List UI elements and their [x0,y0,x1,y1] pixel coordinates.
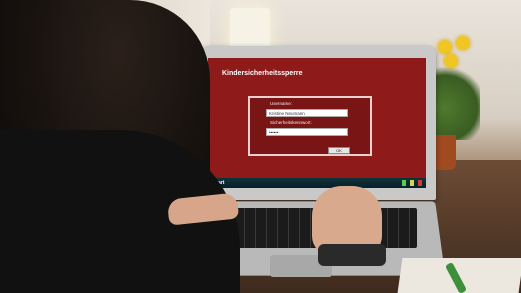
ok-button[interactable]: OK [328,147,350,154]
tray-status-icon[interactable] [418,180,422,186]
yellow-flower [438,40,452,54]
password-field[interactable]: •••••• [266,128,348,136]
tray-status-icon[interactable] [402,180,406,186]
app-title: Kindersicherheitssperre [222,70,303,77]
username-label: Username: [270,101,293,106]
username-field[interactable]: Kristine Neumann [266,109,348,117]
password-label: Sicherheitskennwort: [270,120,312,125]
yellow-flower [444,54,458,68]
system-tray [402,180,422,186]
taskbar: Start [208,178,426,188]
tray-status-icon[interactable] [410,180,414,186]
photo-scene: Kindersicherheitssperre Username: Kristi… [0,0,521,293]
wristwatch [318,244,386,266]
login-dialog: Username: Kristine Neumann Sicherheitske… [248,96,372,156]
yellow-flower [456,36,470,50]
laptop-screen: Kindersicherheitssperre Username: Kristi… [208,58,426,188]
